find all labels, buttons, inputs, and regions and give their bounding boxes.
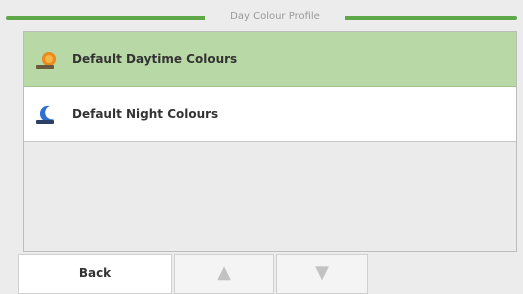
arrow-up-icon: ▲: [217, 262, 231, 283]
list-item-night-colours[interactable]: Default Night Colours: [24, 87, 516, 142]
bottom-toolbar: Back ▲ ▼: [0, 254, 523, 294]
back-button-label: Back: [78, 266, 112, 280]
list-item-label: Default Night Colours: [72, 107, 219, 121]
list-item-label: Default Daytime Colours: [72, 52, 238, 66]
scroll-down-button[interactable]: ▼: [276, 254, 368, 294]
sun-icon: [34, 49, 58, 71]
moon-icon: [34, 104, 58, 126]
list-item-daytime-colours[interactable]: Default Daytime Colours: [24, 32, 516, 87]
scroll-up-button[interactable]: ▲: [174, 254, 274, 294]
back-button[interactable]: Back: [18, 254, 172, 294]
page-title: Day Colour Profile: [205, 8, 345, 26]
profile-list: Default Daytime Colours Default Night Co…: [23, 31, 517, 252]
arrow-down-icon: ▼: [315, 262, 329, 283]
